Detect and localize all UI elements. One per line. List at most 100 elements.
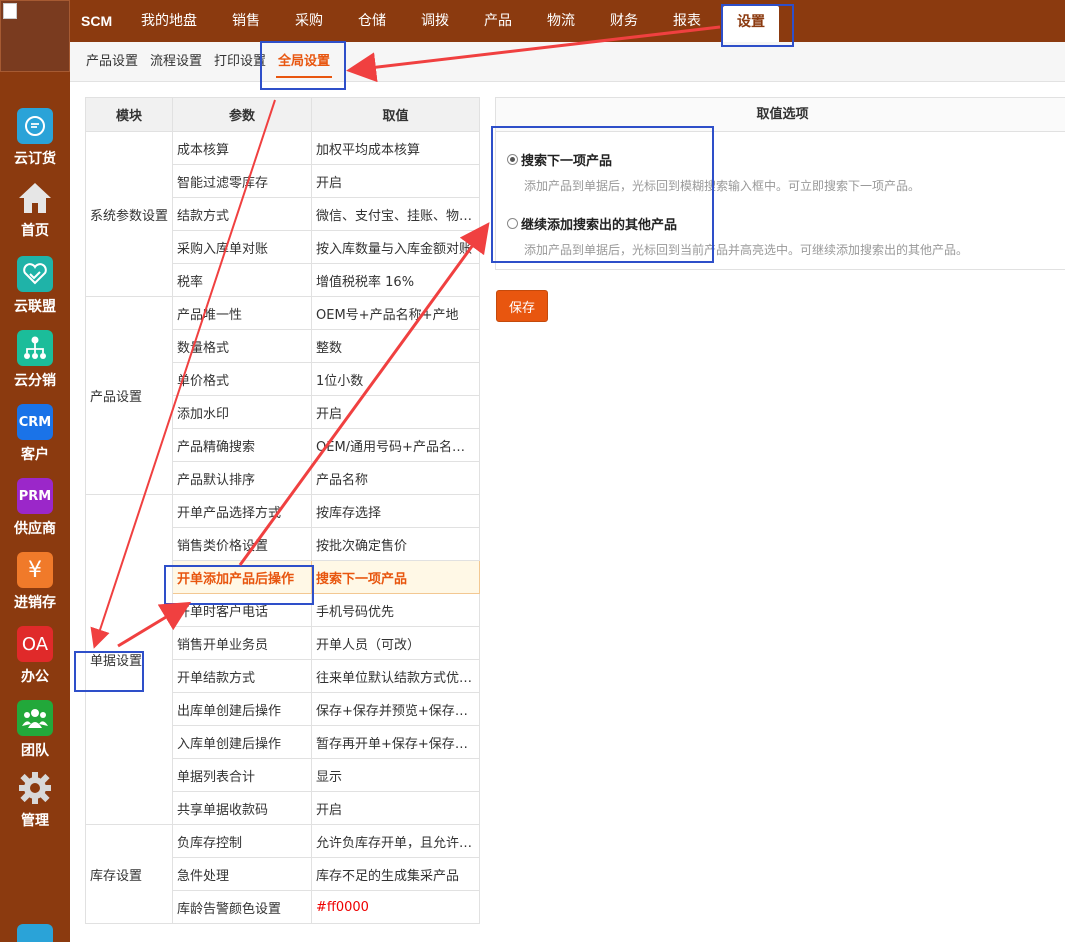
table-row[interactable]: 系统参数设置 成本核算 加权平均成本核算 bbox=[84, 131, 481, 297]
value-cell: 产品名称 bbox=[311, 461, 481, 495]
value-cell: 库存不足的生成集采产品 bbox=[311, 857, 481, 891]
value-cell: 手机号码优先 bbox=[311, 593, 481, 627]
nav-brand[interactable]: SCM bbox=[81, 0, 112, 42]
param-cell: 产品唯一性 bbox=[172, 296, 313, 330]
value-cell: 1位小数 bbox=[311, 362, 481, 396]
options-header: 取值选项 bbox=[496, 98, 1065, 132]
value-cell: 保存+保存并预览+保存并… bbox=[311, 692, 481, 726]
subnav-global-settings[interactable]: 全局设置 bbox=[276, 42, 333, 82]
broken-image-icon bbox=[3, 3, 17, 19]
header-module: 模块 bbox=[84, 97, 174, 132]
nav-item-reports[interactable]: 报表 bbox=[673, 0, 701, 42]
param-cell: 数量格式 bbox=[172, 329, 313, 363]
value-cell: 允许负库存开单，且允许… bbox=[311, 824, 481, 858]
settings-table: 模块 参数 取值 系统参数设置 成本核算 加权平均成本核算 智能过滤零库存 开启 … bbox=[84, 97, 481, 924]
value-cell: 微信、支付宝、挂账、物… bbox=[311, 197, 481, 231]
value-cell: #ff0000 bbox=[311, 890, 481, 924]
nav-item-wodedipan[interactable]: 我的地盘 bbox=[141, 0, 197, 42]
sidebar-item-user[interactable] bbox=[0, 924, 70, 942]
param-cell: 税率 bbox=[172, 263, 313, 297]
param-cell: 智能过滤零库存 bbox=[172, 164, 313, 198]
sidebar-item-yunfenxiao[interactable]: 云分销 bbox=[0, 330, 70, 390]
sidebar-item-yundinghuo[interactable]: 云订货 bbox=[0, 108, 70, 168]
param-cell: 销售开单业务员 bbox=[172, 626, 313, 660]
param-cell: 单据列表合计 bbox=[172, 758, 313, 792]
sidebar-item-jinxiaocun[interactable]: ¥ 进销存 bbox=[0, 552, 70, 612]
module-inventory-settings: 库存设置 bbox=[84, 824, 174, 924]
sidebar-item-team[interactable]: 团队 bbox=[0, 700, 70, 760]
table-row[interactable]: 单据设置 开单产品选择方式 按库存选择 bbox=[84, 494, 481, 825]
sidebar-item-label: 客户 bbox=[21, 447, 49, 463]
handshake-heart-icon bbox=[17, 256, 53, 292]
home-icon bbox=[17, 180, 53, 216]
table-row[interactable]: 库存设置 负库存控制 允许负库存开单，且允许… bbox=[84, 824, 481, 924]
logo-placeholder bbox=[0, 0, 70, 72]
option-title: 搜索下一项产品 bbox=[521, 154, 613, 169]
param-cell: 添加水印 bbox=[172, 395, 313, 429]
nav-item-warehouse[interactable]: 仓储 bbox=[358, 0, 386, 42]
header-value: 取值 bbox=[311, 97, 481, 132]
sidebar-item-manage[interactable]: 管理 bbox=[0, 770, 70, 830]
value-cell: 按批次确定售价 bbox=[311, 527, 481, 561]
nav-item-transfer[interactable]: 调拨 bbox=[421, 0, 449, 42]
gear-icon bbox=[17, 770, 53, 806]
param-cell: 结款方式 bbox=[172, 197, 313, 231]
team-icon bbox=[17, 700, 53, 736]
value-cell: 开启 bbox=[311, 164, 481, 198]
value-cell: 增值税税率 16% bbox=[311, 263, 481, 297]
value-cell: 开启 bbox=[311, 395, 481, 429]
active-tab-underline bbox=[276, 76, 333, 78]
param-cell: 成本核算 bbox=[172, 131, 313, 165]
option-title-row[interactable]: 搜索下一项产品 bbox=[507, 150, 920, 169]
radio-checked-icon[interactable] bbox=[507, 154, 518, 165]
table-row[interactable]: 产品设置 产品唯一性 OEM号+产品名称+产地 bbox=[84, 296, 481, 495]
nav-item-finance[interactable]: 财务 bbox=[610, 0, 638, 42]
sidebar-item-label: 进销存 bbox=[14, 595, 56, 611]
option-description: 添加产品到单据后，光标回到当前产品并高亮选中。可继续添加搜索出的其他产品。 bbox=[524, 243, 969, 257]
oa-icon: OA bbox=[17, 626, 53, 662]
chat-bubble-icon bbox=[17, 108, 53, 144]
param-cell: 入库单创建后操作 bbox=[172, 725, 313, 759]
nav-item-logistics[interactable]: 物流 bbox=[547, 0, 575, 42]
sidebar-item-label: 云联盟 bbox=[14, 299, 56, 315]
value-cell: 开单人员（可改） bbox=[311, 626, 481, 660]
yen-icon: ¥ bbox=[17, 552, 53, 588]
nav-item-settings[interactable]: 设置 bbox=[723, 6, 779, 42]
param-cell: 库龄告警颜色设置 bbox=[172, 890, 313, 924]
nav-item-sales[interactable]: 销售 bbox=[232, 0, 260, 42]
param-cell: 单价格式 bbox=[172, 362, 313, 396]
param-cell: 销售类价格设置 bbox=[172, 527, 313, 561]
option-title-row[interactable]: 继续添加搜索出的其他产品 bbox=[507, 214, 968, 233]
sidebar-item-yunlianmeng[interactable]: 云联盟 bbox=[0, 256, 70, 316]
option-continue-add[interactable]: 继续添加搜索出的其他产品 添加产品到单据后，光标回到当前产品并高亮选中。可继续添… bbox=[507, 214, 968, 258]
value-cell-selected: 搜索下一项产品 bbox=[311, 560, 481, 594]
crm-icon: CRM bbox=[17, 404, 53, 440]
param-cell-selected: 开单添加产品后操作 bbox=[172, 560, 313, 594]
module-system-params: 系统参数设置 bbox=[84, 131, 174, 297]
value-cell: 加权平均成本核算 bbox=[311, 131, 481, 165]
table-header-row: 模块 参数 取值 bbox=[84, 97, 481, 132]
module-product-settings: 产品设置 bbox=[84, 296, 174, 495]
sidebar-item-home[interactable]: 首页 bbox=[0, 180, 70, 240]
user-icon bbox=[17, 924, 53, 942]
subnav-process-settings[interactable]: 流程设置 bbox=[150, 42, 202, 82]
option-description: 添加产品到单据后，光标回到模糊搜索输入框中。可立即搜索下一项产品。 bbox=[524, 179, 921, 193]
param-cell: 采购入库单对账 bbox=[172, 230, 313, 264]
radio-unchecked-icon[interactable] bbox=[507, 218, 518, 229]
subnav-print-settings[interactable]: 打印设置 bbox=[214, 42, 266, 82]
network-tree-icon bbox=[17, 330, 53, 366]
sidebar-item-label: 云分销 bbox=[14, 373, 56, 389]
option-search-next[interactable]: 搜索下一项产品 添加产品到单据后，光标回到模糊搜索输入框中。可立即搜索下一项产品… bbox=[507, 150, 920, 194]
param-cell: 产品精确搜索 bbox=[172, 428, 313, 462]
sidebar-item-oa[interactable]: OA 办公 bbox=[0, 626, 70, 686]
param-cell: 开单产品选择方式 bbox=[172, 494, 313, 528]
nav-item-product[interactable]: 产品 bbox=[484, 0, 512, 42]
nav-item-purchase[interactable]: 采购 bbox=[295, 0, 323, 42]
sidebar-item-prm[interactable]: PRM 供应商 bbox=[0, 478, 70, 538]
param-cell: 开单时客户电话 bbox=[172, 593, 313, 627]
sidebar-item-crm[interactable]: CRM 客户 bbox=[0, 404, 70, 464]
subnav-product-settings[interactable]: 产品设置 bbox=[86, 42, 138, 82]
param-cell: 出库单创建后操作 bbox=[172, 692, 313, 726]
param-cell: 急件处理 bbox=[172, 857, 313, 891]
save-button[interactable]: 保存 bbox=[496, 290, 548, 322]
